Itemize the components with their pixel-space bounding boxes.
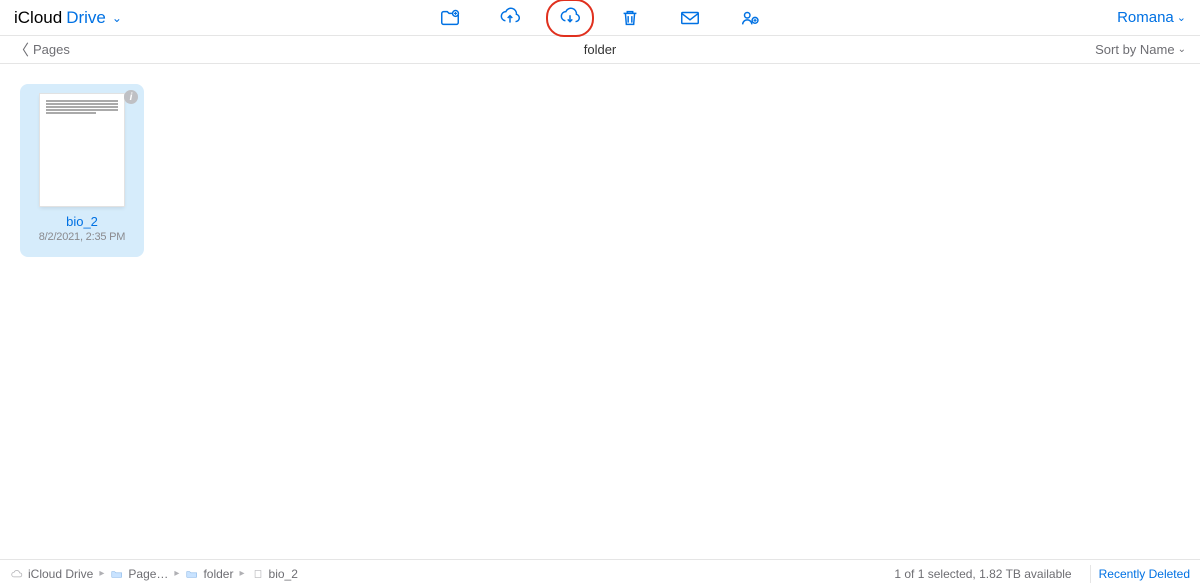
recently-deleted-link[interactable]: Recently Deleted bbox=[1099, 567, 1190, 581]
cloud-icon bbox=[10, 568, 24, 580]
bottom-bar: iCloud Drive ▸ Page… ▸ folder ▸ bio_2 1 … bbox=[0, 559, 1200, 587]
divider bbox=[1090, 565, 1091, 583]
sort-menu[interactable]: Sort by Name ⌄ bbox=[1095, 42, 1186, 57]
app-title[interactable]: iCloud Drive ⌄ bbox=[14, 8, 122, 28]
download-button[interactable] bbox=[556, 4, 584, 32]
chevron-down-icon: ⌄ bbox=[112, 11, 122, 25]
folder-icon bbox=[185, 568, 199, 580]
crumb-sep: ▸ bbox=[99, 568, 104, 579]
breadcrumb: iCloud Drive ▸ Page… ▸ folder ▸ bio_2 bbox=[10, 567, 884, 581]
chevron-down-icon: ⌄ bbox=[1178, 44, 1186, 55]
file-date: 8/2/2021, 2:35 PM bbox=[28, 231, 136, 243]
info-icon[interactable]: i bbox=[124, 90, 138, 104]
upload-button[interactable] bbox=[496, 4, 524, 32]
folder-icon bbox=[110, 568, 124, 580]
document-icon bbox=[251, 568, 265, 580]
email-button[interactable] bbox=[676, 4, 704, 32]
crumb-folder[interactable]: folder bbox=[185, 567, 233, 581]
crumb-sep: ▸ bbox=[174, 568, 179, 579]
file-name: bio_2 bbox=[28, 214, 136, 229]
location-bar: 〈 Pages folder Sort by Name ⌄ bbox=[0, 36, 1200, 64]
crumb-icloud[interactable]: iCloud Drive bbox=[10, 567, 93, 581]
crumb-sep: ▸ bbox=[239, 568, 244, 579]
new-folder-button[interactable] bbox=[436, 4, 464, 32]
app-title-drive: Drive bbox=[66, 8, 106, 28]
folder-title: folder bbox=[0, 42, 1200, 57]
share-button[interactable] bbox=[736, 4, 764, 32]
status-text: 1 of 1 selected, 1.82 TB available bbox=[894, 567, 1071, 581]
crumb-pages[interactable]: Page… bbox=[110, 567, 168, 581]
toolbar-actions bbox=[0, 4, 1200, 32]
user-menu[interactable]: Romana ⌄ bbox=[1117, 9, 1186, 26]
delete-button[interactable] bbox=[616, 4, 644, 32]
user-name: Romana bbox=[1117, 9, 1174, 26]
top-toolbar: iCloud Drive ⌄ Romana ⌄ bbox=[0, 0, 1200, 36]
file-grid: i bio_2 8/2/2021, 2:35 PM bbox=[0, 64, 1200, 559]
crumb-file[interactable]: bio_2 bbox=[251, 567, 298, 581]
app-title-icloud: iCloud bbox=[14, 8, 62, 28]
sort-label: Sort by Name bbox=[1095, 42, 1174, 57]
chevron-down-icon: ⌄ bbox=[1177, 11, 1186, 24]
file-item[interactable]: i bio_2 8/2/2021, 2:35 PM bbox=[20, 84, 144, 257]
file-thumbnail bbox=[40, 94, 124, 206]
